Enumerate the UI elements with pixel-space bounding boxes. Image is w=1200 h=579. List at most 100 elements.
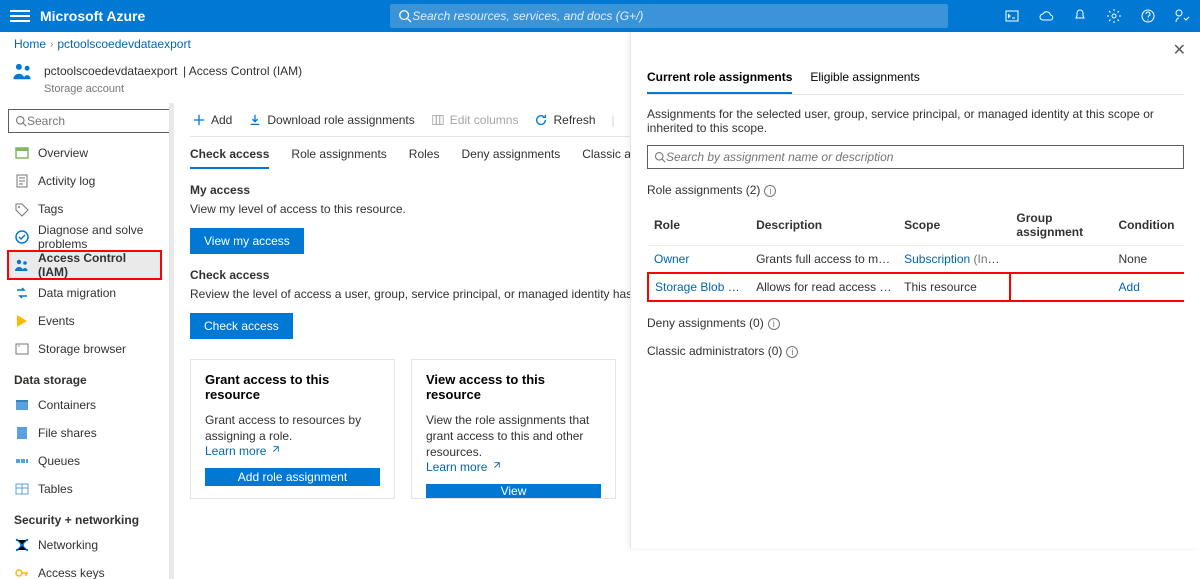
sidebar-item-label: Activity log — [38, 174, 95, 188]
assignments-table: Role Description Scope Group assignment … — [647, 205, 1184, 302]
blade-intro: Assignments for the selected user, group… — [647, 107, 1184, 135]
group-cell — [1010, 273, 1112, 301]
scope-link[interactable]: Subscription — [904, 252, 970, 266]
view-card-title: View access to this resource — [426, 372, 601, 402]
resource-type-label: Storage account — [44, 83, 302, 95]
bell-icon[interactable] — [1072, 8, 1088, 24]
sidebar-item-label: Overview — [38, 146, 88, 160]
close-icon[interactable]: ✕ — [1173, 40, 1186, 60]
desc-cell: Grants full access to manage all r… — [750, 246, 898, 274]
sidebar-item-label: Queues — [38, 454, 80, 468]
blade-tabs: Current role assignments Eligible assign… — [647, 70, 1184, 95]
tab-current-assignments[interactable]: Current role assignments — [647, 70, 792, 94]
download-button[interactable]: Download role assignments — [248, 113, 414, 127]
tab-roles[interactable]: Roles — [409, 147, 440, 169]
sidebar-item-label: Events — [38, 314, 75, 328]
add-role-assignment-button[interactable]: Add role assignment — [205, 468, 380, 486]
sidebar-search[interactable] — [8, 109, 170, 133]
view-my-access-button[interactable]: View my access — [190, 228, 304, 254]
nav-icon — [14, 481, 30, 497]
refresh-button[interactable]: Refresh — [534, 113, 595, 127]
tab-role-assignments[interactable]: Role assignments — [291, 147, 386, 169]
add-button[interactable]: Add — [192, 113, 232, 127]
info-icon[interactable]: i — [768, 318, 780, 330]
sidebar: « OverviewActivity logTagsDiagnose and s… — [0, 103, 170, 579]
col-role[interactable]: Role — [648, 205, 750, 246]
tab-deny-assignments[interactable]: Deny assignments — [461, 147, 560, 169]
col-scope[interactable]: Scope — [898, 205, 1010, 246]
nav-icon — [14, 453, 30, 469]
table-row[interactable]: Owner Grants full access to manage all r…… — [648, 246, 1184, 274]
info-icon[interactable]: i — [764, 185, 776, 197]
role-link[interactable]: Owner — [654, 252, 689, 266]
sidebar-item[interactable]: Activity log — [8, 167, 161, 195]
col-desc[interactable]: Description — [750, 205, 898, 246]
sidebar-item-label: Access keys — [38, 566, 105, 579]
cloud-icon[interactable] — [1038, 8, 1054, 24]
sidebar-item[interactable]: Diagnose and solve problems — [8, 223, 161, 251]
add-condition-link[interactable]: Add — [1119, 280, 1140, 294]
global-search[interactable] — [390, 4, 948, 28]
grant-learn-more-link[interactable]: Learn more — [205, 444, 380, 458]
gear-icon[interactable] — [1106, 8, 1122, 24]
view-button[interactable]: View — [426, 484, 601, 498]
blade-search[interactable] — [647, 145, 1184, 169]
desc-cell: Allows for read access to Azure S… — [750, 273, 898, 301]
sidebar-item-label: File shares — [38, 426, 97, 440]
nav-icon — [14, 341, 30, 357]
table-row[interactable]: Storage Blob Data ReadeAllows for read a… — [648, 273, 1184, 301]
help-icon[interactable] — [1140, 8, 1156, 24]
sidebar-item[interactable]: Events — [8, 307, 161, 335]
check-access-button[interactable]: Check access — [190, 313, 293, 339]
nav-icon — [14, 425, 30, 441]
scope-cell: This resource — [898, 273, 1010, 301]
tab-check-access[interactable]: Check access — [190, 147, 269, 169]
nav-icon — [14, 173, 30, 189]
scope-cell: Subscription (Inherited) — [898, 246, 1010, 274]
nav-icon — [14, 537, 30, 553]
edit-columns-button[interactable]: Edit columns — [431, 113, 519, 127]
sidebar-item[interactable]: Access keys — [8, 559, 161, 579]
breadcrumb-home[interactable]: Home — [14, 37, 46, 51]
deny-assignments-count: Deny assignments (0)i — [647, 316, 1184, 330]
sidebar-item[interactable]: Overview — [8, 139, 161, 167]
sidebar-item-label: Storage browser — [38, 342, 126, 356]
global-search-input[interactable] — [412, 9, 940, 23]
nav-icon — [14, 285, 30, 301]
nav-icon — [14, 397, 30, 413]
sidebar-item-label: Data migration — [38, 286, 116, 300]
assignments-blade: ✕ Current role assignments Eligible assi… — [630, 32, 1200, 548]
sidebar-section-heading: Security + networking — [14, 513, 161, 527]
sidebar-item[interactable]: Containers — [8, 391, 161, 419]
cond-cell: Add — [1113, 273, 1184, 301]
sidebar-item[interactable]: Data migration — [8, 279, 161, 307]
sidebar-item-label: Diagnose and solve problems — [38, 223, 155, 251]
info-icon[interactable]: i — [786, 346, 798, 358]
sidebar-item[interactable]: Networking — [8, 531, 161, 559]
sidebar-item[interactable]: Queues — [8, 447, 161, 475]
chevron-right-icon: › — [50, 39, 53, 50]
nav-icon — [14, 229, 30, 245]
sidebar-item[interactable]: Tables — [8, 475, 161, 503]
sidebar-item[interactable]: Access Control (IAM) — [8, 251, 161, 279]
console-icon[interactable] — [1004, 8, 1020, 24]
classic-admins-count: Classic administrators (0)i — [647, 344, 1184, 358]
breadcrumb-current[interactable]: pctoolscoedevdataexport — [57, 37, 190, 51]
feedback-icon[interactable] — [1174, 8, 1190, 24]
sidebar-item[interactable]: File shares — [8, 419, 161, 447]
col-group[interactable]: Group assignment — [1010, 205, 1112, 246]
sidebar-search-input[interactable] — [27, 114, 170, 128]
view-learn-more-link[interactable]: Learn more — [426, 460, 601, 474]
blade-search-input[interactable] — [666, 150, 1177, 164]
sidebar-item[interactable]: Tags — [8, 195, 161, 223]
hamburger-icon[interactable] — [10, 10, 30, 22]
col-cond[interactable]: Condition — [1113, 205, 1184, 246]
nav-icon — [14, 145, 30, 161]
tab-eligible-assignments[interactable]: Eligible assignments — [810, 70, 919, 94]
sidebar-item-label: Networking — [38, 538, 98, 552]
view-access-card: View access to this resource View the ro… — [411, 359, 616, 499]
role-link[interactable]: Storage Blob Data Reade — [655, 280, 750, 294]
sidebar-item[interactable]: Storage browser — [8, 335, 161, 363]
grant-access-card: Grant access to this resource Grant acce… — [190, 359, 395, 499]
sidebar-item-label: Access Control (IAM) — [38, 251, 155, 279]
